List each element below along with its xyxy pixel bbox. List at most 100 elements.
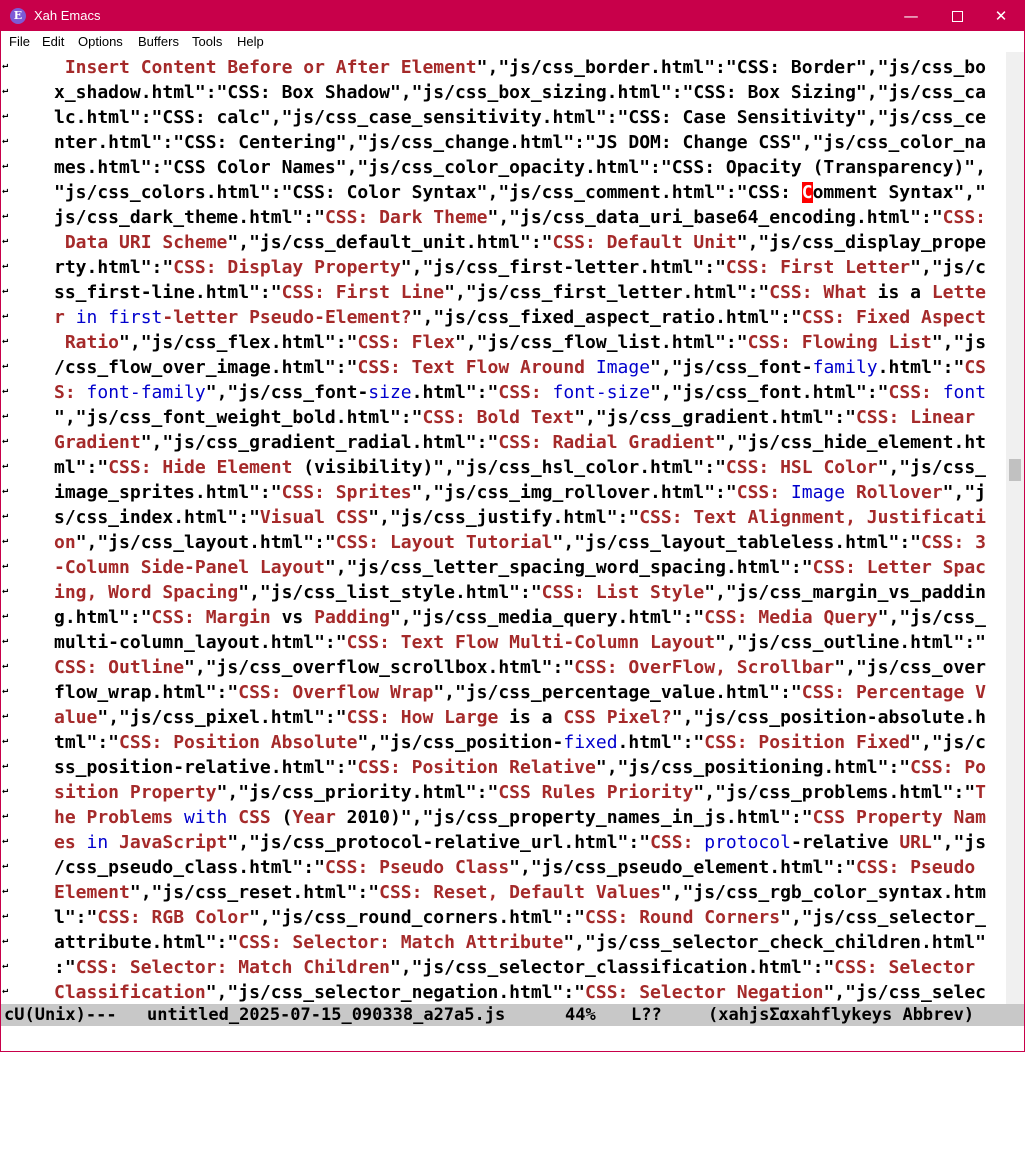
code-token: ","js/css_flow_list.html":": [455, 332, 748, 353]
code-token: ","js/css_pseudo_element.html":": [509, 857, 856, 878]
code-token: ","js/c: [910, 732, 987, 753]
wrap-indicator-icon: ↵: [2, 135, 9, 146]
wrap-indicator-icon: ↵: [2, 535, 9, 546]
code-line: tml":"CSS: Position Absolute","js/css_po…: [54, 730, 986, 755]
maximize-button[interactable]: [934, 1, 980, 31]
wrap-indicator-icon: ↵: [2, 635, 9, 646]
menu-edit[interactable]: Edit: [42, 31, 64, 52]
code-token: URL: [899, 832, 932, 853]
code-token: is a: [877, 282, 932, 303]
menu-file[interactable]: File: [9, 31, 30, 52]
code-line: flow_wrap.html":"CSS: Overflow Wrap","js…: [54, 680, 986, 705]
close-button[interactable]: ✕: [978, 1, 1024, 31]
text-cursor: C: [801, 182, 813, 203]
code-token: js/css_dark_theme.html":": [54, 207, 325, 228]
code-token: Year: [292, 807, 347, 828]
vertical-scrollbar[interactable]: [1006, 52, 1024, 1004]
code-line: rty.html":"CSS: Display Property","js/cs…: [54, 255, 986, 280]
code-token: Data URI Scheme: [54, 232, 228, 253]
code-token: ml":": [54, 457, 109, 478]
code-line: /css_pseudo_class.html":"CSS: Pseudo Cla…: [54, 855, 986, 880]
code-token: CSS: First Line: [281, 282, 445, 303]
code-token: Padding: [314, 607, 390, 628]
code-token: CSS: Pseudo: [855, 857, 986, 878]
code-token: CSS: Fixed Aspect: [801, 307, 987, 328]
code-token: ","js/css_margin_vs_paddin: [704, 582, 986, 603]
code-token: ","js/css_: [877, 457, 986, 478]
code-token: CSS: Selector: [834, 957, 987, 978]
code-token: CSS: [227, 807, 282, 828]
code-token: in: [86, 832, 109, 853]
code-token: ","js/css_font.html":": [650, 382, 889, 403]
code-line: Insert Content Before or After Element",…: [54, 55, 986, 80]
code-token: ","js/css_selector_check_children.html": [563, 932, 986, 953]
code-token: Lette: [931, 282, 986, 303]
code-line: ss_first-line.html":"CSS: First Line","j…: [54, 280, 986, 305]
modeline-modes[interactable]: (xahjsΣαxahflykeys Abbrev): [708, 1004, 974, 1026]
scrollbar-thumb[interactable]: [1009, 459, 1021, 481]
code-token: ","js/css_border.html":"CSS: Border","js…: [476, 57, 986, 78]
code-token: CSS:: [736, 482, 791, 503]
wrap-indicator-icon: ↵: [2, 985, 9, 996]
code-token: CSS: Position Absolute: [119, 732, 358, 753]
wrap-indicator-icon: ↵: [2, 610, 9, 621]
wrap-indicator-icon: ↵: [2, 935, 9, 946]
code-token: in first: [75, 307, 163, 328]
emacs-icon: E: [10, 8, 26, 24]
code-token: Visual CSS: [259, 507, 369, 528]
code-token: .html":": [617, 732, 705, 753]
code-token: CSS: Text Alignment, Justificati: [639, 507, 986, 528]
wrap-indicator-icon: ↵: [2, 560, 9, 571]
menu-buffers[interactable]: Buffers: [138, 31, 179, 52]
code-token: T: [975, 782, 987, 803]
title-bar[interactable]: E Xah Emacs — ✕: [1, 1, 1024, 31]
code-token: -Column Side-Panel Layout: [54, 557, 325, 578]
minimize-button[interactable]: —: [888, 1, 934, 31]
code-token: CSS: RGB Color: [97, 907, 250, 928]
code-token: size: [368, 382, 412, 403]
wrap-indicator-icon: ↵: [2, 785, 9, 796]
text-editor-area[interactable]: ↵ ↵ ↵ ↵ ↵ ↵ ↵ ↵ ↵ ↵ ↵ ↵ ↵ ↵ ↵ ↵ ↵ ↵ ↵ ↵ ↵ ↵ ↵ ↵ ↵ ↵ ↵ ↵ ↵ ↵ ↵ ↵ ↵ ↵ ↵ ↵ ↵ ↵ I…: [1, 52, 1006, 1004]
code-token: ","js/css_hide_element.ht: [715, 432, 987, 453]
code-line: sition Property","js/css_priority.html":…: [54, 780, 986, 805]
code-line: ","js/css_font_weight_bold.html":"CSS: B…: [54, 405, 986, 430]
mode-line: cU(Unix)--- untitled_2025-07-15_090338_a…: [1, 1004, 1024, 1026]
menu-options[interactable]: Options: [78, 31, 123, 52]
code-token: lc.html":"CSS: calc","js/css_case_sensit…: [54, 107, 986, 128]
minibuffer[interactable]: [1, 1026, 1024, 1051]
code-token: ","js/css_selector_negation.html":": [205, 982, 586, 1003]
wrap-indicator-icon: ↵: [2, 85, 9, 96]
code-token: ","js/css_selector_classification.html":…: [389, 957, 835, 978]
code-token: ","js/css_gradient.html":": [574, 407, 856, 428]
code-token: CSS Pixel?: [563, 707, 672, 728]
code-token: CSS: Sprites: [281, 482, 412, 503]
menu-tools[interactable]: Tools: [192, 31, 222, 52]
code-token: ","js/css_media_query.html":": [389, 607, 705, 628]
code-token: ","js/css_round_corners.html":": [249, 907, 586, 928]
code-token: ","js/css_data_uri_base64_encoding.html"…: [487, 207, 943, 228]
wrap-indicator-icon: ↵: [2, 260, 9, 271]
code-line: g.html":"CSS: Margin vs Padding","js/css…: [54, 605, 986, 630]
code-token: ","js/css_position-: [357, 732, 564, 753]
code-token: ","js/css_over: [834, 657, 986, 678]
code-token: CSS: Round Corners: [585, 907, 781, 928]
code-line: S: font-family","js/css_font-size.html":…: [54, 380, 986, 405]
code-line: Gradient","js/css_gradient_radial.html":…: [54, 430, 986, 455]
code-token: /css_pseudo_class.html":": [54, 857, 325, 878]
code-line: :"CSS: Selector: Match Children","js/css…: [54, 955, 986, 980]
modeline-buffer-name[interactable]: untitled_2025-07-15_090338_a27a5.js: [147, 1004, 505, 1026]
menu-help[interactable]: Help: [237, 31, 264, 52]
code-token: nter.html":"CSS: Centering","js/css_chan…: [54, 132, 986, 153]
code-token: ","js/css_first-letter.html":": [400, 257, 726, 278]
code-token: (visibility)","js/css_hsl_color.html":": [303, 457, 726, 478]
code-token: Insert Content Before or After Element: [54, 57, 477, 78]
code-line: attribute.html":"CSS: Selector: Match At…: [54, 930, 986, 955]
code-token: ","js/css_rgb_color_syntax.htm: [660, 882, 986, 903]
code-line: /css_flow_over_image.html":"CSS: Text Fl…: [54, 355, 986, 380]
code-token: CSS: What: [769, 282, 878, 303]
code-line: Ratio","js/css_flex.html":"CSS: Flex","j…: [54, 330, 986, 355]
code-line: lc.html":"CSS: calc","js/css_case_sensit…: [54, 105, 986, 130]
code-token: l":": [54, 907, 98, 928]
code-token: attribute.html":": [54, 932, 239, 953]
code-token: CSS Rules Priority: [498, 782, 694, 803]
